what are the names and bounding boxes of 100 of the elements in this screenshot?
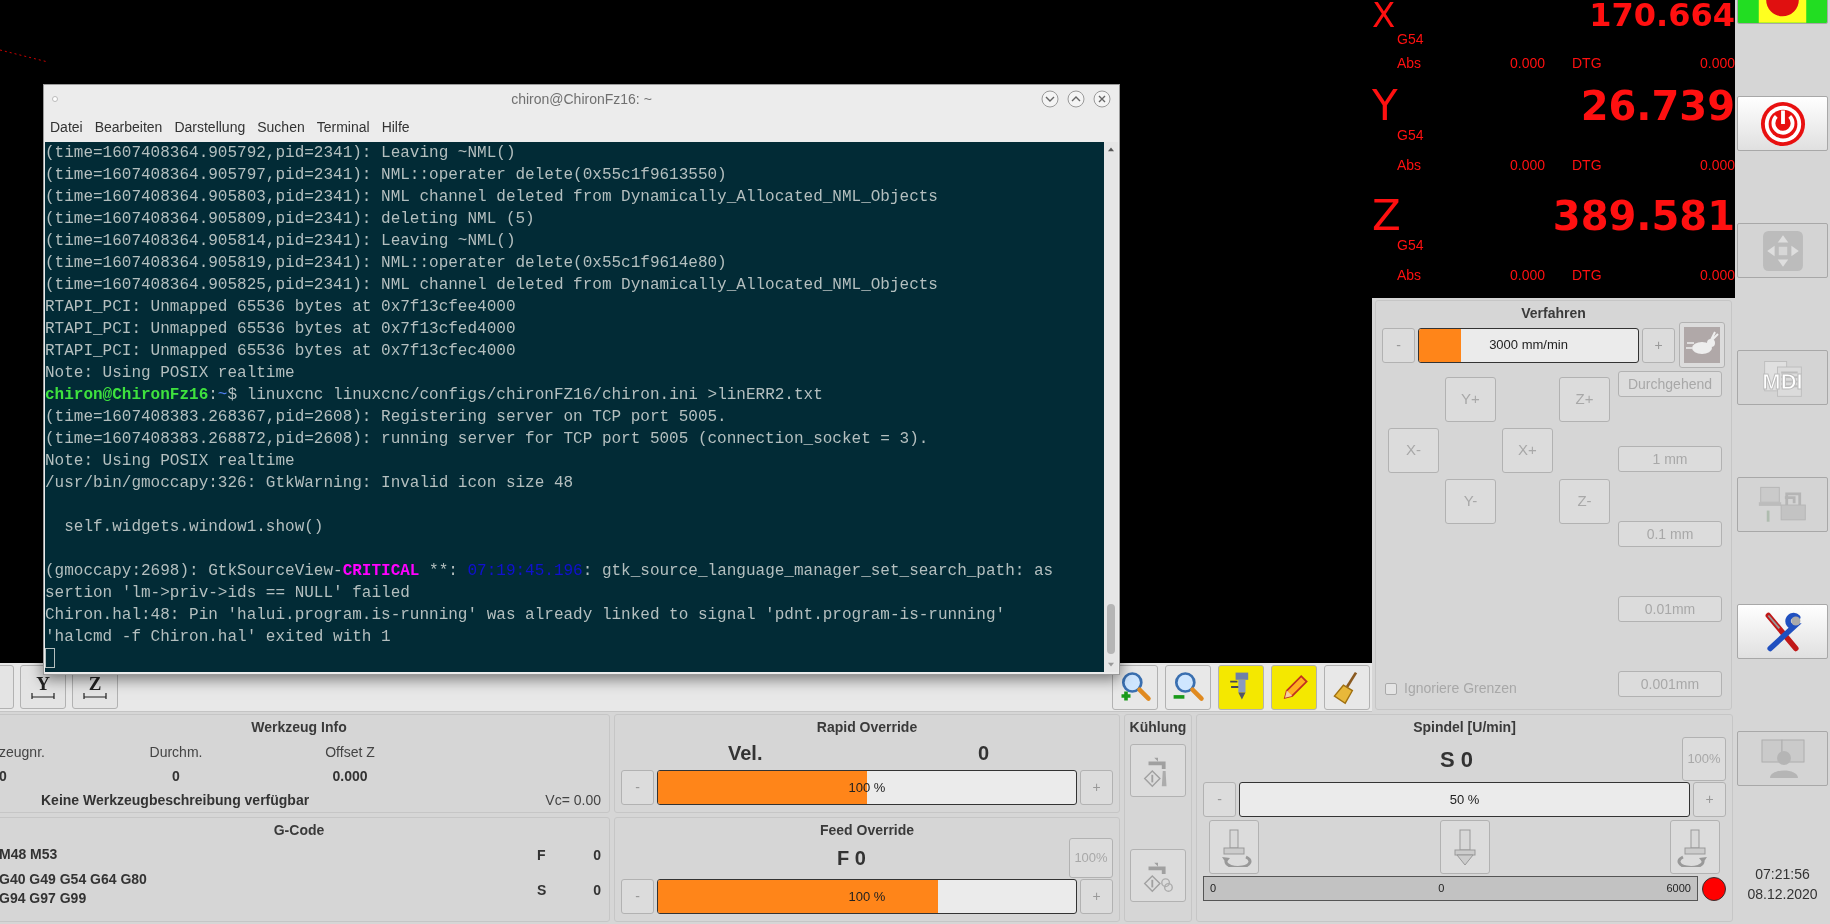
axis-position: 389.581 — [1552, 196, 1735, 236]
menu-item[interactable]: Darstellung — [173, 117, 247, 138]
menu-item[interactable]: Bearbeiten — [93, 117, 164, 138]
panel-title: Kühlung — [1129, 718, 1187, 736]
dtg-value: 0.000 — [1699, 266, 1735, 284]
toolbar-button[interactable] — [1165, 664, 1211, 710]
terminal-line: RTAPI_PCI: Unmapped 65536 bytes at 0x7f13cfed4000 — [45, 319, 517, 340]
axis-letter: Y — [1372, 86, 1398, 126]
tool-description: Keine Werkzeugbeschreibung verfügbar — [41, 791, 310, 810]
toolbar-button[interactable] — [1324, 664, 1370, 710]
terminal-line: (time=1607408383.268872,pid=2608): running server for TCP port 5005 (connection_socket = 3). — [45, 429, 930, 450]
menu-item[interactable]: Suchen — [256, 117, 306, 138]
dimension-line-icon — [83, 693, 107, 699]
menu-item[interactable]: Datei — [49, 117, 84, 138]
axis-letter: Z — [1372, 196, 1401, 236]
dtg-label: DTG — [1572, 266, 1602, 284]
terminal-line: (time=1607408364.905797,pid=2341): NML::operater delete(0x55c1f9613550) — [45, 165, 728, 186]
field-label: zeugnr. — [0, 743, 45, 762]
scrollbar[interactable] — [1104, 142, 1118, 672]
abs-value: 0.000 — [1508, 156, 1545, 174]
plus-button[interactable]: + — [1693, 782, 1726, 817]
velocity-label: Vel. — [728, 741, 763, 766]
minus-button[interactable]: - — [1203, 782, 1236, 817]
slider-reading: 50 % — [1449, 790, 1480, 809]
terminal-line: RTAPI_PCI: Unmapped 65536 bytes at 0x7f13cfec4000 — [45, 341, 517, 362]
panel-title: Verfahren — [1520, 304, 1587, 322]
checkbox[interactable] — [1385, 682, 1397, 695]
feed-label: F — [537, 846, 546, 865]
spindle-button[interactable] — [1670, 820, 1720, 874]
slider-reading: 100 % — [848, 887, 886, 906]
field-value: 0.000 — [332, 767, 368, 786]
terminal-line: (time=1607408364.905819,pid=2341): NML::operater delete(0x55c1f9614e80) — [45, 253, 728, 274]
terminal-line: self.widgets.window1.show() — [63, 517, 325, 538]
maximize-icon[interactable] — [1067, 90, 1085, 108]
terminal-line: Note: Using POSIX realtime — [45, 363, 296, 384]
slider-track[interactable]: 50 % — [1239, 782, 1690, 817]
gcode-line: G94 G97 G99 — [0, 889, 88, 908]
minus-button[interactable]: - — [1382, 327, 1415, 363]
plus-button[interactable]: + — [1080, 879, 1113, 914]
gcode-line: G40 G49 G54 G64 G80 — [0, 870, 148, 889]
spindle-button[interactable] — [1439, 820, 1490, 874]
dtg-value: 0.000 — [1699, 156, 1735, 174]
terminal-line: Note: Using POSIX realtime — [45, 451, 296, 472]
feed-value: 0 — [593, 846, 601, 865]
toolbar-button[interactable] — [1218, 664, 1264, 710]
scale-label: 0 — [1438, 881, 1445, 897]
clock-date: 08.12.2020 — [1747, 885, 1818, 904]
menu-item[interactable]: Hilfe — [380, 117, 411, 138]
gcode-line: M48 M53 — [0, 845, 59, 864]
field-label: Offset Z — [325, 743, 375, 762]
terminal-line: RTAPI_PCI: Unmapped 65536 bytes at 0x7f13cfee4000 — [45, 297, 517, 318]
power-icon — [1759, 100, 1806, 147]
scroll-up-icon[interactable] — [1107, 146, 1115, 152]
toolbar-button[interactable] — [1271, 664, 1317, 710]
slider-track[interactable]: 100 % — [657, 879, 1077, 914]
menu-item[interactable]: Terminal — [315, 117, 371, 138]
axis-position: 170.664 — [1589, 0, 1735, 30]
axis-position: 26.739 — [1580, 86, 1735, 126]
panel-title: G-Code — [272, 821, 326, 839]
abs-value: 0.000 — [1508, 266, 1545, 284]
slider-track[interactable]: 3000 mm/min — [1418, 327, 1639, 363]
minus-button[interactable]: - — [621, 770, 654, 805]
spindle-button[interactable] — [1209, 820, 1259, 874]
dimension-line-icon — [31, 693, 55, 699]
abs-value: 0.000 — [1508, 54, 1545, 72]
user-folder-icon — [1760, 738, 1805, 779]
scale-label: 6000 — [1666, 881, 1691, 897]
panel-title: Feed Override — [818, 821, 916, 839]
work-offset-label: G54 — [1396, 30, 1425, 48]
terminal-line: (gmoccapy:2698): GtkSourceView-CRITICAL **: 07:19:45.196: gtk_source_language_manager_set_search_path: as — [45, 561, 1055, 582]
minus-button[interactable]: - — [621, 879, 654, 914]
plus-button[interactable]: + — [1642, 327, 1675, 363]
abs-label: Abs — [1397, 156, 1423, 174]
axis-letter: X — [1372, 0, 1396, 30]
toolbar-button[interactable] — [1112, 664, 1158, 710]
feed-rate-value: F 0 — [837, 846, 866, 871]
minimize-icon[interactable] — [1041, 90, 1059, 108]
field-label: Durchm. — [149, 743, 203, 762]
terminal-line: (time=1607408364.905809,pid=2341): deleting NML (5) — [45, 209, 536, 230]
abs-label: Abs — [1397, 54, 1423, 72]
window-title: chiron@ChironFz16: ~ — [511, 89, 652, 109]
spindle-speed: S 0 — [1440, 745, 1474, 774]
plus-button[interactable]: + — [1080, 770, 1113, 805]
coolant-button[interactable] — [1130, 744, 1186, 797]
rabbit-icon — [1684, 327, 1720, 363]
work-offset-label: G54 — [1396, 236, 1425, 254]
scroll-thumb[interactable] — [1107, 604, 1115, 654]
terminal-line: (time=1607408364.905814,pid=2341): Leaving ~NML() — [45, 231, 517, 252]
terminal-line: (time=1607408383.268367,pid=2608): Registering server on TCP port 5005. — [45, 407, 728, 428]
coolant-button[interactable] — [1130, 849, 1186, 902]
terminal-line: Chiron.hal:48: Pin 'halui.program.is-running' was already linked to signal 'pdnt.program-is-running' — [45, 605, 1007, 626]
jog-arrows-icon — [1761, 229, 1804, 272]
work-offset-label: G54 — [1396, 126, 1425, 144]
side-button[interactable] — [1737, 604, 1828, 659]
text-cursor — [45, 648, 55, 668]
slider-reading: 3000 mm/min — [1489, 336, 1568, 355]
field-value: 0 — [172, 767, 180, 786]
close-icon[interactable] — [1093, 90, 1111, 108]
side-button[interactable] — [1737, 96, 1828, 151]
rapid-toggle-button[interactable] — [1679, 322, 1725, 368]
